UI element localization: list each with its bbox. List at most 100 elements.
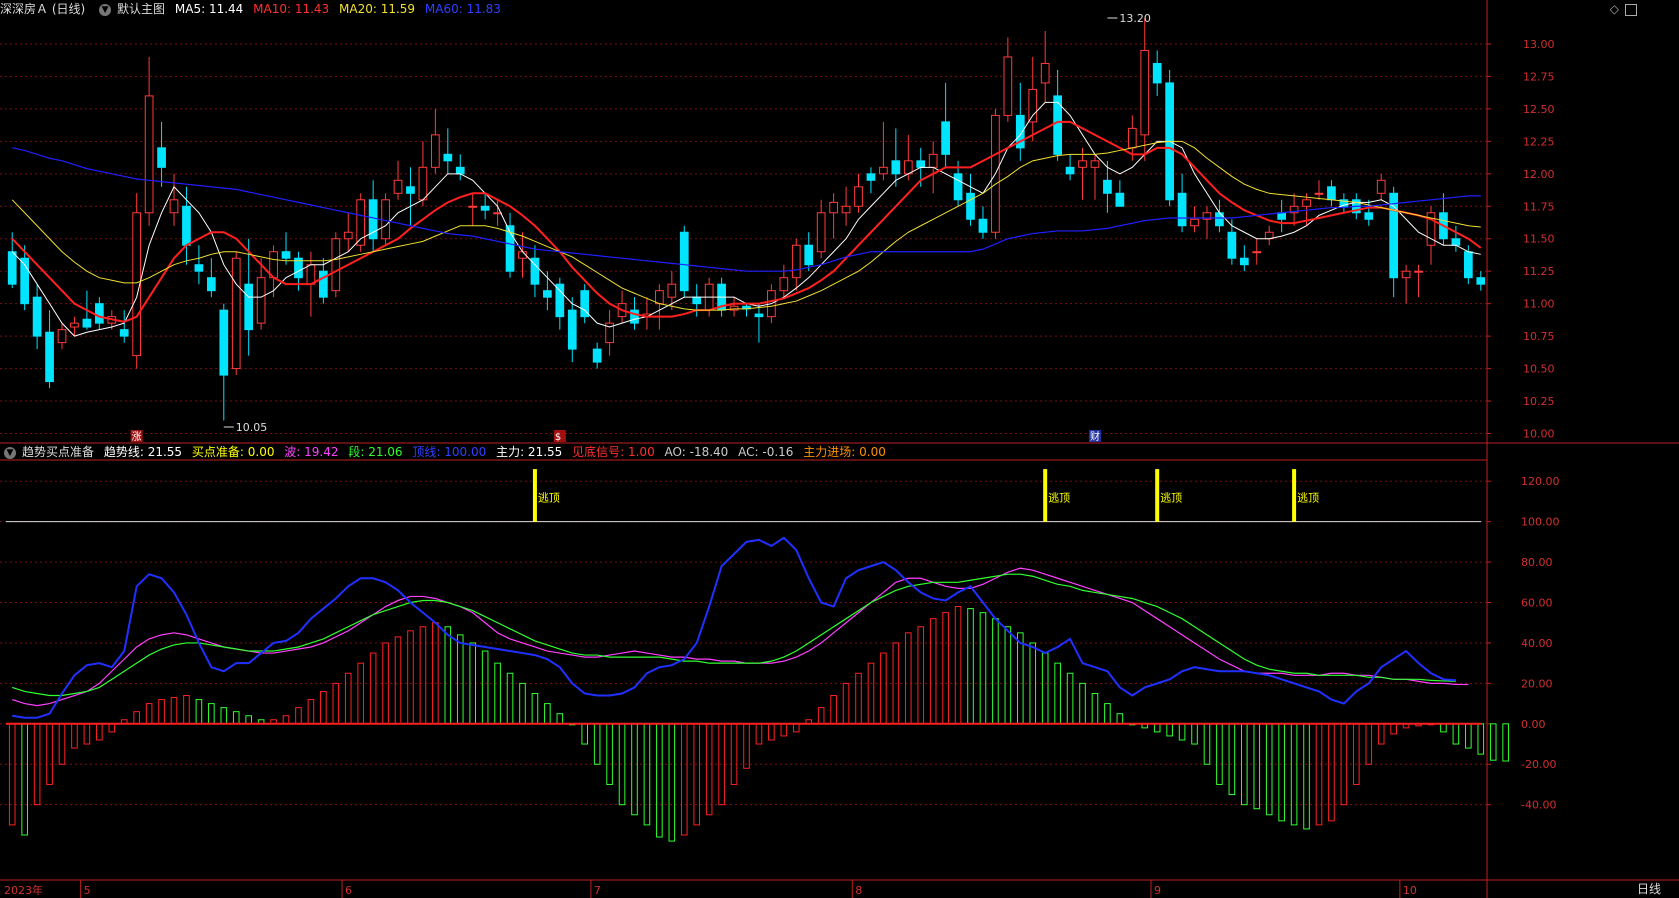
candle-body: [543, 290, 552, 298]
candle-body: [244, 283, 254, 331]
main-force-bar: [942, 612, 949, 725]
indicator-tick-label: 80.00: [1521, 556, 1553, 569]
main-force-bar: [979, 612, 987, 725]
main-force-bar: [183, 695, 190, 725]
main-force-bar: [730, 723, 738, 785]
main-force-bar: [855, 672, 862, 725]
main-force-bar: [929, 618, 937, 725]
date-label: 8: [855, 884, 862, 897]
main-force-bar: [1191, 723, 1198, 745]
escape-top-bar: [1043, 469, 1048, 522]
main-force-bar: [917, 626, 925, 725]
candle-body: [1401, 270, 1411, 279]
candle-body: [754, 313, 764, 318]
escape-top-bar: [1155, 469, 1160, 522]
candle-body: [891, 160, 901, 175]
candle-body: [567, 309, 577, 350]
main-force-bar: [432, 622, 439, 725]
indicator-line-2: [12, 573, 1456, 697]
main-force-bar: [656, 723, 663, 838]
price-annotation: 10.05: [236, 421, 268, 434]
indicator-tick-label: 20.00: [1521, 677, 1553, 690]
candle-body: [306, 264, 316, 285]
main-force-bar: [768, 723, 775, 741]
main-entry-value: 主力进场: 0.00: [803, 445, 886, 459]
main-force-bar: [158, 699, 165, 725]
escape-top-label: 逃顶: [538, 491, 560, 504]
ao-value: AO: -18.40: [664, 445, 729, 459]
candle-body: [1190, 218, 1199, 227]
main-force-bar: [880, 652, 887, 725]
main-force-bar: [1489, 723, 1497, 761]
buy-ready-value: 买点准备: 0.00: [191, 445, 275, 459]
candle-body: [418, 166, 428, 201]
main-force-bar: [1253, 723, 1261, 810]
maximize-icon[interactable]: [1625, 4, 1637, 16]
candle-body: [1463, 251, 1473, 279]
main-force-bar: [332, 682, 340, 725]
price-tick-label: 10.50: [1523, 363, 1555, 376]
indicator-name[interactable]: 趋势买点准备: [22, 445, 94, 459]
stock-name-text: 深深房Ａ: [0, 2, 49, 16]
main-force-bar: [506, 672, 514, 725]
stock-name[interactable]: 深深房Ａ (日线): [0, 2, 89, 16]
template-dropdown-icon[interactable]: ▼: [99, 3, 112, 16]
main-force-bar: [755, 723, 763, 745]
main-force-bar: [519, 682, 526, 725]
diamond-icon[interactable]: ◇: [1610, 2, 1619, 16]
template-label[interactable]: 默认主图: [117, 2, 165, 16]
price-tick-label: 12.25: [1523, 135, 1555, 148]
candle-body: [455, 166, 465, 175]
main-force-bar: [1465, 723, 1472, 749]
candle-body: [7, 251, 17, 285]
indicator-header: ▼ 趋势买点准备 趋势线: 21.55 买点准备: 0.00 波: 19.42 段…: [0, 443, 892, 461]
candle-body: [1327, 186, 1336, 201]
main-force-bar: [531, 692, 539, 725]
main-force-bar: [1303, 723, 1310, 830]
top-line-value: 顶线: 100.00: [412, 445, 487, 459]
candle-body: [1152, 62, 1162, 84]
candle-body: [1414, 270, 1423, 273]
main-force-bar: [792, 723, 800, 733]
indicator-dropdown-icon[interactable]: ▼: [4, 446, 16, 459]
indicator-tick-label: 0.00: [1521, 718, 1546, 731]
candle-body: [281, 251, 291, 259]
bottom-signal-value: 见底信号: 1.00: [572, 445, 655, 459]
main-force-bar: [1377, 723, 1385, 745]
candle-body: [431, 134, 440, 168]
main-force-bar: [456, 634, 464, 725]
main-force-bar: [581, 723, 589, 745]
candle-body: [1115, 192, 1125, 207]
candle-body: [804, 244, 814, 266]
main-force-bar: [606, 723, 613, 785]
candle-body: [791, 244, 801, 279]
candle-body: [829, 201, 838, 214]
candle-body: [94, 303, 104, 324]
main-force-bar: [680, 723, 688, 836]
main-force-bar: [494, 662, 501, 725]
indicator-tick-label: -20.00: [1521, 758, 1556, 771]
escape-top-bar: [1292, 469, 1297, 522]
candle-body: [343, 231, 353, 240]
candle-body: [866, 173, 876, 181]
period-tab[interactable]: 日线: [1619, 881, 1679, 898]
candle-body: [953, 173, 963, 201]
main-force-bar: [369, 652, 377, 725]
candle-body: [57, 329, 67, 344]
candle-body: [1252, 251, 1262, 254]
price-tick-label: 12.75: [1523, 70, 1555, 83]
date-label: 10: [1403, 884, 1417, 897]
main-force-bar: [1016, 632, 1024, 725]
event-mark: $: [555, 432, 561, 443]
candle-body: [45, 331, 54, 383]
main-force-bar: [1041, 652, 1049, 725]
main-force-bar: [830, 695, 837, 725]
main-force-bar: [46, 723, 53, 785]
escape-top-label: 逃顶: [1048, 491, 1070, 504]
main-force-bar: [1228, 723, 1236, 796]
candle-body: [879, 166, 888, 175]
candle-body: [928, 153, 938, 168]
candle-body: [966, 192, 975, 220]
escape-top-label: 逃顶: [1160, 491, 1182, 504]
candle-body: [667, 283, 677, 298]
